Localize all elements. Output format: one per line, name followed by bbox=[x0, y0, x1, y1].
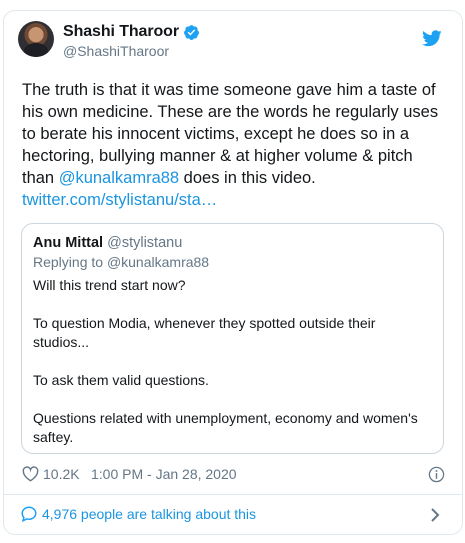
divider bbox=[3, 494, 463, 495]
author-avatar[interactable] bbox=[18, 21, 54, 57]
quoted-paragraph: To ask them valid questions. bbox=[33, 372, 209, 388]
verified-badge-icon bbox=[184, 24, 199, 40]
mention-link[interactable]: @kunalkamra88 bbox=[59, 169, 179, 187]
quoted-tweet-body: Will this trend start now? To question M… bbox=[33, 276, 428, 447]
replying-to-prefix: Replying to bbox=[33, 254, 107, 270]
tweet-text: The truth is that it was time someone ga… bbox=[22, 79, 447, 211]
quoted-author-handle: @stylistanu bbox=[107, 235, 183, 251]
like-count[interactable]: 10.2K bbox=[43, 466, 80, 482]
conversation-footer[interactable]: 4,976 people are talking about this bbox=[20, 503, 445, 525]
talking-about-link[interactable]: 4,976 people are talking about this bbox=[42, 506, 256, 522]
twitter-bird-icon[interactable] bbox=[422, 30, 442, 47]
tweet-text-tail: does in this video. bbox=[179, 169, 316, 187]
replying-to-handle: @kunalkamra88 bbox=[106, 254, 210, 270]
tweet-meta: 10.2K 1:00 PM - Jan 28, 2020 bbox=[22, 465, 447, 485]
heart-icon[interactable] bbox=[22, 466, 39, 482]
quoted-tweet[interactable]: Anu Mittal @stylistanu Replying to @kuna… bbox=[21, 223, 444, 454]
info-icon[interactable] bbox=[428, 466, 445, 483]
tweet-timestamp[interactable]: 1:00 PM - Jan 28, 2020 bbox=[91, 466, 237, 482]
quoted-author-row: Anu Mittal @stylistanu bbox=[33, 235, 182, 251]
quoted-author-name: Anu Mittal bbox=[33, 235, 104, 251]
tweet-url-link[interactable]: twitter.com/stylistanu/sta… bbox=[22, 191, 217, 209]
quoted-paragraph: Questions related with unemployment, eco… bbox=[33, 410, 418, 445]
tweet-header: Shashi Tharoor @ShashiTharoor bbox=[18, 21, 438, 65]
author-handle[interactable]: @ShashiTharoor bbox=[63, 43, 169, 59]
author-name[interactable]: Shashi Tharoor bbox=[63, 23, 179, 41]
quoted-paragraph: To question Modia, whenever they spotted… bbox=[33, 315, 376, 350]
chevron-right-icon[interactable] bbox=[430, 508, 440, 522]
author-name-row: Shashi Tharoor bbox=[63, 23, 200, 41]
quoted-paragraph: Will this trend start now? bbox=[33, 277, 186, 293]
replying-to: Replying to @kunalkamra88 bbox=[33, 254, 209, 270]
comment-bubble-icon bbox=[21, 506, 37, 523]
